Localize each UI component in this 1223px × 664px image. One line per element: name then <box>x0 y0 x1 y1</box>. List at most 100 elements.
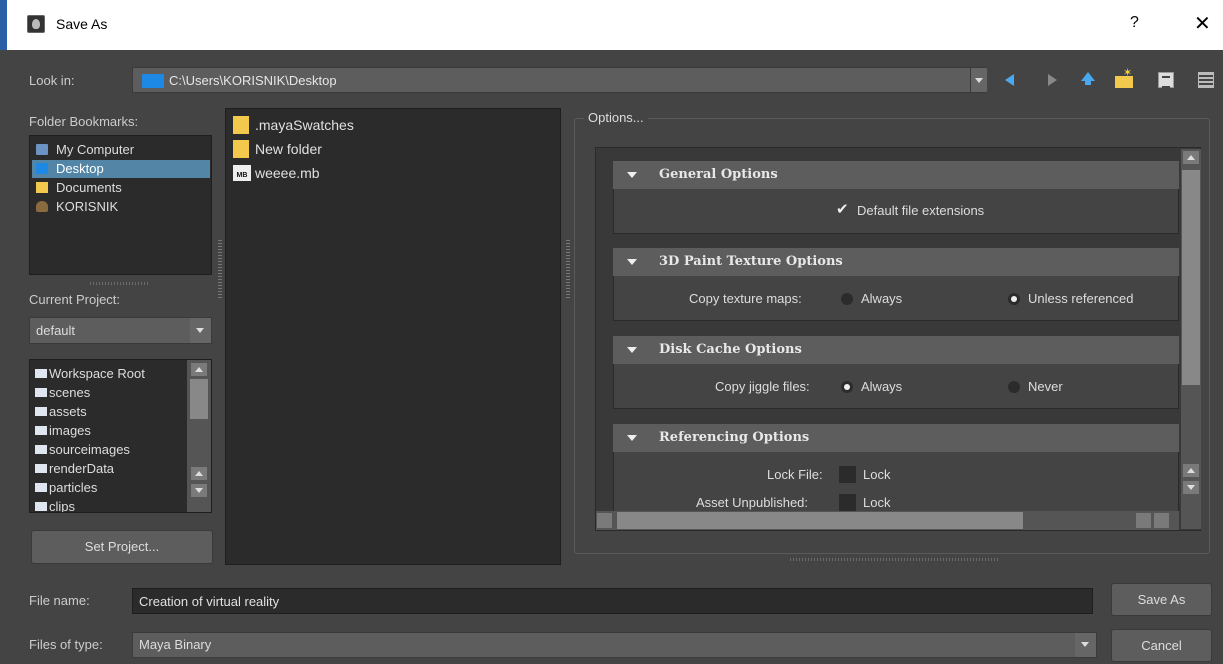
section-header-general[interactable]: General Options <box>613 161 1179 189</box>
section-title: Disk Cache Options <box>659 342 802 357</box>
project-item[interactable]: clips <box>35 497 75 512</box>
look-in-dropdown-button[interactable] <box>970 68 987 92</box>
scroll-up-button[interactable] <box>1182 150 1200 165</box>
set-project-button[interactable]: Set Project... <box>31 530 213 564</box>
new-folder-button[interactable] <box>1114 66 1134 90</box>
file-name-label: New folder <box>255 141 322 157</box>
scroll-right-button[interactable] <box>1154 513 1169 528</box>
unless-referenced-radio[interactable] <box>1008 293 1020 305</box>
back-button[interactable] <box>1003 70 1023 90</box>
scroll-up-button[interactable] <box>190 466 208 481</box>
folder-icon <box>35 483 47 492</box>
chevron-down-icon <box>1081 642 1089 647</box>
chevron-down-icon <box>975 78 983 83</box>
collapse-triangle-icon <box>627 259 637 265</box>
splitter-handle[interactable] <box>218 240 222 300</box>
project-item-label: renderData <box>49 461 115 476</box>
project-item[interactable]: scenes <box>35 383 90 402</box>
current-project-dropdown-button[interactable] <box>190 318 211 343</box>
options-horizontal-scroll-thumb[interactable] <box>617 512 1023 529</box>
copy-jiggle-files-label: Copy jiggle files: <box>715 379 810 394</box>
project-item[interactable]: images <box>35 421 91 440</box>
always-radio[interactable] <box>841 381 853 393</box>
folder-icon <box>35 445 47 454</box>
look-in-combo[interactable]: C:\Users\KORISNIK\Desktop <box>132 67 987 93</box>
project-item[interactable]: particles <box>35 478 97 497</box>
always-radio[interactable] <box>841 293 853 305</box>
section-header-referencing[interactable]: Referencing Options <box>613 424 1179 452</box>
bookmark-label: KORISNIK <box>56 199 119 214</box>
scroll-left-button[interactable] <box>597 513 612 528</box>
section-header-disk-cache[interactable]: Disk Cache Options <box>613 336 1179 364</box>
project-item-label: assets <box>49 404 87 419</box>
scroll-thumb[interactable] <box>190 379 208 419</box>
parent-folder-button[interactable] <box>1078 70 1098 90</box>
section-title: Referencing Options <box>659 430 810 445</box>
scroll-down-button[interactable] <box>190 483 208 498</box>
scroll-left-button[interactable] <box>1136 513 1151 528</box>
up-arrow-icon <box>1081 72 1095 85</box>
project-tree-scrollbar[interactable] <box>187 360 211 512</box>
list-view-button[interactable] <box>1196 70 1216 90</box>
lock-file-checkbox[interactable] <box>839 466 856 483</box>
detail-view-button[interactable] <box>1156 70 1176 90</box>
bookmark-my-computer[interactable]: My Computer <box>32 141 210 159</box>
new-folder-icon <box>1115 66 1133 88</box>
cancel-button[interactable]: Cancel <box>1111 629 1212 662</box>
folder-icon <box>35 407 47 416</box>
asset-unpublished-checkbox[interactable] <box>839 494 856 511</box>
maya-app-icon <box>27 15 45 33</box>
file-item[interactable]: .mayaSwatches <box>231 114 354 136</box>
bookmark-label: My Computer <box>56 142 135 157</box>
section-header-3d-paint[interactable]: 3D Paint Texture Options <box>613 248 1179 276</box>
project-item[interactable]: Workspace Root <box>35 364 145 383</box>
project-item-label: particles <box>49 480 98 495</box>
never-radio[interactable] <box>1008 381 1020 393</box>
asset-unpublished-label: Asset Unpublished: <box>696 495 809 510</box>
bookmarks-list: My Computer Desktop Documents KORISNIK <box>29 135 212 275</box>
current-project-combo[interactable]: default <box>29 317 212 344</box>
bookmark-desktop[interactable]: Desktop <box>32 160 210 178</box>
file-name-input[interactable] <box>132 588 1093 614</box>
file-item[interactable]: New folder <box>231 138 322 160</box>
unless-referenced-radio-label: Unless referenced <box>1028 291 1134 306</box>
project-item[interactable]: sourceimages <box>35 440 130 459</box>
folder-icon <box>233 140 249 158</box>
arrow-up-icon <box>195 471 203 476</box>
splitter-handle[interactable] <box>566 240 570 300</box>
checkmark-icon[interactable]: ✔ <box>836 200 849 218</box>
desktop-icon <box>36 163 48 174</box>
file-item[interactable]: MB weeee.mb <box>231 162 320 184</box>
scroll-up-button[interactable] <box>190 362 208 377</box>
project-item-label: Workspace Root <box>49 366 145 381</box>
options-vertical-scroll-thumb[interactable] <box>1182 170 1200 385</box>
bookmark-documents[interactable]: Documents <box>32 179 210 197</box>
project-item-label: sourceimages <box>49 442 130 457</box>
bookmarks-label: Folder Bookmarks: <box>29 114 139 129</box>
file-name-label: File name: <box>29 593 90 608</box>
forward-button[interactable] <box>1040 70 1060 90</box>
close-button[interactable]: ✕ <box>1194 11 1211 36</box>
scroll-up-button[interactable] <box>1182 463 1200 478</box>
title-accent-strip <box>0 0 7 50</box>
scroll-down-button[interactable] <box>1182 480 1200 495</box>
save-as-button[interactable]: Save As <box>1111 583 1212 616</box>
look-in-label: Look in: <box>29 73 75 88</box>
splitter-handle[interactable] <box>90 282 150 285</box>
bookmark-korisnik[interactable]: KORISNIK <box>32 198 210 216</box>
splitter-handle[interactable] <box>790 558 1000 561</box>
project-item[interactable]: renderData <box>35 459 114 478</box>
user-icon <box>36 201 48 212</box>
folder-icon <box>36 182 48 193</box>
collapse-triangle-icon <box>627 172 637 178</box>
default-file-extensions-label: Default file extensions <box>857 203 985 218</box>
project-item-label: images <box>49 423 91 438</box>
file-type-combo[interactable]: Maya Binary <box>132 632 1097 658</box>
asset-unpublished-check-label: Lock <box>863 495 891 510</box>
arrow-up-icon <box>195 367 203 372</box>
copy-texture-maps-label: Copy texture maps: <box>689 291 802 306</box>
project-item[interactable]: assets <box>35 402 87 421</box>
help-button[interactable]: ? <box>1130 14 1139 32</box>
arrow-down-icon <box>1187 485 1195 490</box>
file-type-dropdown-button[interactable] <box>1075 633 1096 657</box>
